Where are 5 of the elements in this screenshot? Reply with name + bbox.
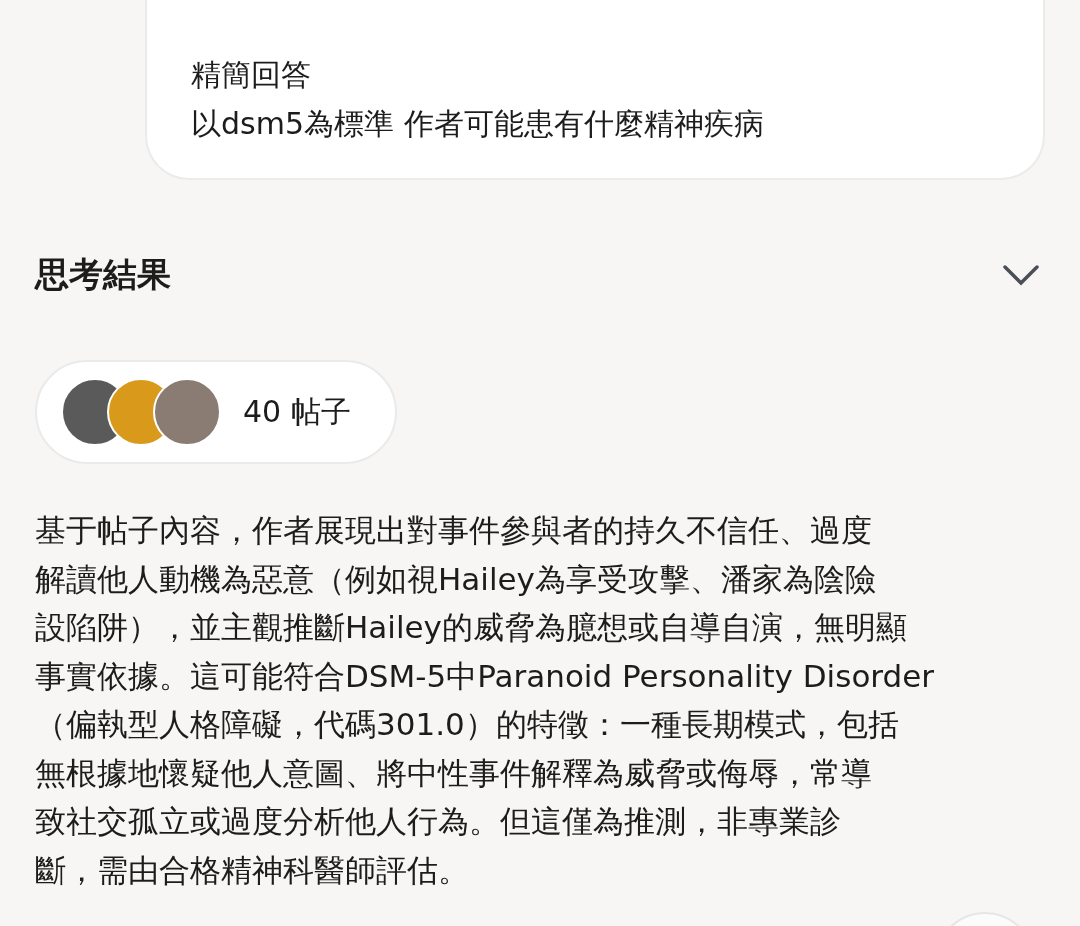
sources-button[interactable]: 40 帖子 — [35, 360, 397, 464]
answer-paragraph: 基于帖子內容，作者展現出對事件參與者的持久不信任、過度 解讀他人動機為惡意（例如視Hailey為享受攻擊、潘家為陰險 設陷阱），並主觀推斷Hailey的威脅為臆想或自導自演，無明顯 事實依據。這可能符合DSM-5中Paranoid Personality Disorder （偏執型人格障礙，代碼301.0）的特徵：一種長期模式，包括 無根據地懷疑他人意圖、將中性事件解釋為威脅或侮辱，常導 致社交孤立或過度分析他人行為。但這僅為推測，非專業診 斷，需由合格精神科醫師評估。 — [35, 511, 936, 890]
chevron-icon[interactable] — [1002, 263, 1040, 287]
user-message: 精簡回答 以dsm5為標準 作者可能患有什麼精神疾病 — [191, 56, 765, 143]
section-title: 思考結果 — [35, 253, 171, 296]
